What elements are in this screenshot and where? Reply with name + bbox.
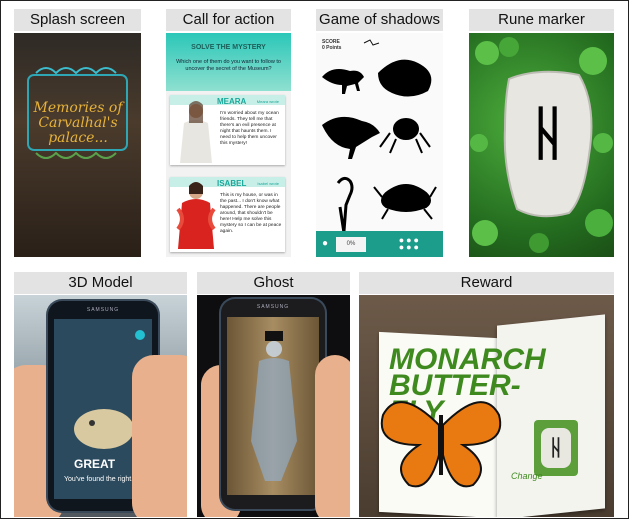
card-text: I'm worried about my ocean friends. They… xyxy=(220,111,279,146)
label-model: 3D Model xyxy=(14,272,187,294)
phone-brand: SAMSUNG xyxy=(86,307,120,313)
splash-screen: Memories of Carvalhal's palace... xyxy=(14,33,141,257)
shadow-silhouettes xyxy=(322,39,437,234)
label-reward: Reward xyxy=(359,272,614,294)
splash-title: Memories of Carvalhal's palace... xyxy=(33,100,123,146)
spider-icon[interactable] xyxy=(379,118,431,154)
grid-menu-icon[interactable]: ●●● ●●● xyxy=(399,236,421,252)
card-link[interactable]: Meara wrote xyxy=(257,99,279,104)
phone-device: SAMSUNG xyxy=(221,299,325,509)
bird-icon[interactable] xyxy=(322,116,380,159)
card-link[interactable]: Isabel wrote xyxy=(257,181,279,186)
label-cfa: Call for action xyxy=(166,9,291,31)
cfa-header: SOLVE THE MYSTERY Which one of them do y… xyxy=(166,33,291,91)
cfa-heading: SOLVE THE MYSTERY xyxy=(191,44,266,51)
character-card-meara[interactable]: MEARA Meara wrote I'm worried about my o… xyxy=(170,95,285,165)
call-for-action-screen: SOLVE THE MYSTERY Which one of them do y… xyxy=(166,33,291,257)
card-name: MEARA xyxy=(217,97,247,106)
reward-book-image: MONARCH BUTTER- FLY ᚺ Change xyxy=(359,295,614,517)
label-ghost: Ghost xyxy=(197,272,350,294)
change-link[interactable]: Change xyxy=(511,471,543,481)
success-message: You've found the right... xyxy=(64,476,138,483)
ghost-figure-icon[interactable] xyxy=(227,317,319,495)
label-splash: Splash screen xyxy=(14,9,141,31)
game-of-shadows-screen: SCORE 0 Points ● 0% ●●● ●●● xyxy=(316,33,443,257)
monarch-butterfly-icon xyxy=(380,401,502,488)
right-hand xyxy=(315,355,350,517)
card-text: This is my house, or was in the past... … xyxy=(220,193,282,234)
reward-rune-letter: ᚺ xyxy=(541,428,571,468)
crab-icon[interactable] xyxy=(373,184,437,220)
isabel-portrait-icon xyxy=(176,182,216,249)
dinosaur-skeleton-icon[interactable] xyxy=(322,69,364,94)
right-hand xyxy=(132,355,187,517)
label-shadows: Game of shadows xyxy=(316,9,443,31)
card-name: ISABEL xyxy=(217,179,247,188)
ghost-photo: SAMSUNG xyxy=(197,295,350,517)
progress-bar-area: ● 0% ●●● ●●● xyxy=(316,231,443,257)
meara-portrait-icon xyxy=(180,101,212,163)
butterfly-icon[interactable] xyxy=(378,59,432,97)
character-card-isabel[interactable]: ISABEL Isabel wrote This is my house, or… xyxy=(170,177,285,252)
cfa-question: Which one of them do you want to follow … xyxy=(176,59,281,72)
rune-letter: ᚺ xyxy=(530,99,566,167)
success-title: GREAT xyxy=(74,457,116,471)
location-pin-icon[interactable]: ● xyxy=(322,238,328,249)
phone-screen xyxy=(227,317,319,495)
label-rune: Rune marker xyxy=(469,9,614,31)
lizard-icon[interactable] xyxy=(363,39,380,46)
heron-icon[interactable] xyxy=(336,176,354,234)
3d-model-photo: SAMSUNG GREAT You've found the right... xyxy=(14,295,187,517)
rune-marker-image: ᚺ xyxy=(469,33,614,257)
phone-brand: SAMSUNG xyxy=(256,304,290,310)
progress-percent: 0% xyxy=(336,237,366,252)
